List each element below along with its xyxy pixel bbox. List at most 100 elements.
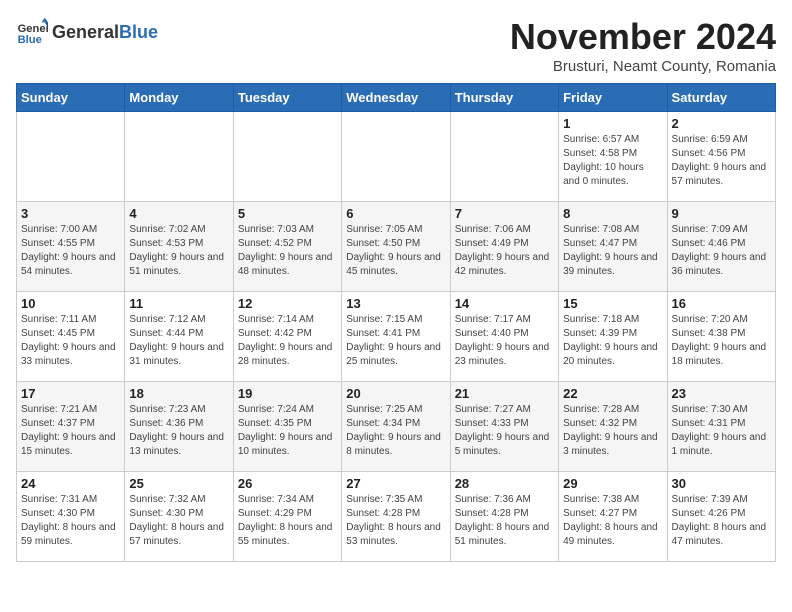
calendar-cell: 14 Sunrise: 7:17 AM Sunset: 4:40 PM Dayli… (450, 292, 558, 382)
week-row-1: 1Sunrise: 6:57 AM Sunset: 4:58 PM Daylig… (17, 112, 776, 202)
day-info: Sunrise: 7:05 AM Sunset: 4:50 PM Dayligh… (346, 223, 445, 279)
calendar-cell: 21 Sunrise: 7:27 AM Sunset: 4:33 PM Dayli… (450, 382, 558, 472)
day-info: Sunrise: 7:00 AM Sunset: 4:55 PM Dayligh… (21, 223, 120, 279)
day-number: 23 (672, 386, 771, 401)
calendar-cell: 9 Sunrise: 7:09 AM Sunset: 4:46 PM Daylig… (667, 202, 775, 292)
day-number: 25 (129, 476, 228, 491)
day-info: Sunrise: 7:17 AM Sunset: 4:40 PM Dayligh… (455, 313, 554, 369)
day-info: Sunrise: 7:02 AM Sunset: 4:53 PM Dayligh… (129, 223, 228, 279)
day-info: Sunrise: 7:03 AM Sunset: 4:52 PM Dayligh… (238, 223, 337, 279)
calendar-cell (450, 112, 558, 202)
day-info: Sunrise: 7:34 AM Sunset: 4:29 PM Dayligh… (238, 493, 337, 549)
day-info: Sunrise: 7:28 AM Sunset: 4:32 PM Dayligh… (563, 403, 662, 459)
logo-icon: General Blue (16, 16, 48, 48)
calendar-cell: 17 Sunrise: 7:21 AM Sunset: 4:37 PM Dayli… (17, 382, 125, 472)
day-info: Sunrise: 7:21 AM Sunset: 4:37 PM Dayligh… (21, 403, 120, 459)
calendar-cell (233, 112, 341, 202)
day-info: Sunrise: 7:23 AM Sunset: 4:36 PM Dayligh… (129, 403, 228, 459)
day-info: Sunrise: 7:06 AM Sunset: 4:49 PM Dayligh… (455, 223, 554, 279)
calendar-body: 1Sunrise: 6:57 AM Sunset: 4:58 PM Daylig… (17, 112, 776, 562)
day-number: 7 (455, 206, 554, 221)
day-info: Sunrise: 7:32 AM Sunset: 4:30 PM Dayligh… (129, 493, 228, 549)
day-info: Sunrise: 7:11 AM Sunset: 4:45 PM Dayligh… (21, 313, 120, 369)
day-number: 24 (21, 476, 120, 491)
calendar-cell: 3 Sunrise: 7:00 AM Sunset: 4:55 PM Daylig… (17, 202, 125, 292)
week-row-2: 3 Sunrise: 7:00 AM Sunset: 4:55 PM Daylig… (17, 202, 776, 292)
day-number: 10 (21, 296, 120, 311)
day-number: 4 (129, 206, 228, 221)
header-day-tuesday: Tuesday (233, 84, 341, 112)
calendar-cell: 15Sunrise: 7:18 AM Sunset: 4:39 PM Dayli… (559, 292, 667, 382)
day-number: 2 (672, 116, 771, 131)
calendar-cell: 16 Sunrise: 7:20 AM Sunset: 4:38 PM Dayli… (667, 292, 775, 382)
calendar-cell: 6 Sunrise: 7:05 AM Sunset: 4:50 PM Daylig… (342, 202, 450, 292)
day-number: 9 (672, 206, 771, 221)
calendar-cell (342, 112, 450, 202)
calendar-cell: 25 Sunrise: 7:32 AM Sunset: 4:30 PM Dayli… (125, 472, 233, 562)
day-info: Sunrise: 7:30 AM Sunset: 4:31 PM Dayligh… (672, 403, 771, 459)
day-number: 17 (21, 386, 120, 401)
calendar-cell: 24 Sunrise: 7:31 AM Sunset: 4:30 PM Dayli… (17, 472, 125, 562)
calendar-cell: 13Sunrise: 7:15 AM Sunset: 4:41 PM Dayli… (342, 292, 450, 382)
calendar-cell: 26 Sunrise: 7:34 AM Sunset: 4:29 PM Dayli… (233, 472, 341, 562)
header-day-monday: Monday (125, 84, 233, 112)
logo-general-text: General (52, 22, 119, 43)
title-area: November 2024 Brusturi, Neamt County, Ro… (510, 16, 776, 75)
day-number: 20 (346, 386, 445, 401)
calendar-cell (17, 112, 125, 202)
day-number: 27 (346, 476, 445, 491)
day-number: 16 (672, 296, 771, 311)
header-day-thursday: Thursday (450, 84, 558, 112)
calendar-cell: 22 Sunrise: 7:28 AM Sunset: 4:32 PM Dayli… (559, 382, 667, 472)
logo-blue-text: Blue (119, 22, 158, 43)
day-info: Sunrise: 7:39 AM Sunset: 4:26 PM Dayligh… (672, 493, 771, 549)
day-info: Sunrise: 7:15 AM Sunset: 4:41 PM Dayligh… (346, 313, 445, 369)
day-info: Sunrise: 7:35 AM Sunset: 4:28 PM Dayligh… (346, 493, 445, 549)
header-day-wednesday: Wednesday (342, 84, 450, 112)
calendar-cell: 29Sunrise: 7:38 AM Sunset: 4:27 PM Dayli… (559, 472, 667, 562)
calendar-table: SundayMondayTuesdayWednesdayThursdayFrid… (16, 83, 776, 562)
calendar-cell: 30 Sunrise: 7:39 AM Sunset: 4:26 PM Dayli… (667, 472, 775, 562)
day-info: Sunrise: 7:27 AM Sunset: 4:33 PM Dayligh… (455, 403, 554, 459)
header-day-saturday: Saturday (667, 84, 775, 112)
day-info: Sunrise: 7:14 AM Sunset: 4:42 PM Dayligh… (238, 313, 337, 369)
calendar-header: SundayMondayTuesdayWednesdayThursdayFrid… (17, 84, 776, 112)
calendar-cell: 4 Sunrise: 7:02 AM Sunset: 4:53 PM Daylig… (125, 202, 233, 292)
day-number: 3 (21, 206, 120, 221)
day-number: 30 (672, 476, 771, 491)
day-info: Sunrise: 7:36 AM Sunset: 4:28 PM Dayligh… (455, 493, 554, 549)
svg-text:Blue: Blue (18, 34, 42, 46)
day-info: Sunrise: 6:57 AM Sunset: 4:58 PM Dayligh… (563, 133, 662, 189)
week-row-4: 17 Sunrise: 7:21 AM Sunset: 4:37 PM Dayli… (17, 382, 776, 472)
header-day-friday: Friday (559, 84, 667, 112)
calendar-cell: 8Sunrise: 7:08 AM Sunset: 4:47 PM Daylig… (559, 202, 667, 292)
calendar-cell: 10 Sunrise: 7:11 AM Sunset: 4:45 PM Dayli… (17, 292, 125, 382)
calendar-cell: 28Sunrise: 7:36 AM Sunset: 4:28 PM Dayli… (450, 472, 558, 562)
day-info: Sunrise: 7:09 AM Sunset: 4:46 PM Dayligh… (672, 223, 771, 279)
calendar-cell: 18 Sunrise: 7:23 AM Sunset: 4:36 PM Dayli… (125, 382, 233, 472)
calendar-cell: 23 Sunrise: 7:30 AM Sunset: 4:31 PM Dayli… (667, 382, 775, 472)
calendar-cell: 1Sunrise: 6:57 AM Sunset: 4:58 PM Daylig… (559, 112, 667, 202)
day-number: 26 (238, 476, 337, 491)
day-number: 21 (455, 386, 554, 401)
month-title: November 2024 (510, 16, 776, 58)
day-number: 22 (563, 386, 662, 401)
day-number: 12 (238, 296, 337, 311)
week-row-5: 24 Sunrise: 7:31 AM Sunset: 4:30 PM Dayli… (17, 472, 776, 562)
svg-text:General: General (18, 23, 48, 35)
day-info: Sunrise: 7:31 AM Sunset: 4:30 PM Dayligh… (21, 493, 120, 549)
day-number: 6 (346, 206, 445, 221)
day-number: 19 (238, 386, 337, 401)
day-number: 18 (129, 386, 228, 401)
calendar-cell: 27 Sunrise: 7:35 AM Sunset: 4:28 PM Dayli… (342, 472, 450, 562)
subtitle: Brusturi, Neamt County, Romania (510, 58, 776, 75)
day-number: 11 (129, 296, 228, 311)
calendar-cell: 5Sunrise: 7:03 AM Sunset: 4:52 PM Daylig… (233, 202, 341, 292)
calendar-cell: 7 Sunrise: 7:06 AM Sunset: 4:49 PM Daylig… (450, 202, 558, 292)
calendar-cell: 11Sunrise: 7:12 AM Sunset: 4:44 PM Dayli… (125, 292, 233, 382)
header-day-sunday: Sunday (17, 84, 125, 112)
day-info: Sunrise: 7:20 AM Sunset: 4:38 PM Dayligh… (672, 313, 771, 369)
day-number: 14 (455, 296, 554, 311)
day-number: 29 (563, 476, 662, 491)
logo: General Blue GeneralBlue (16, 16, 158, 48)
